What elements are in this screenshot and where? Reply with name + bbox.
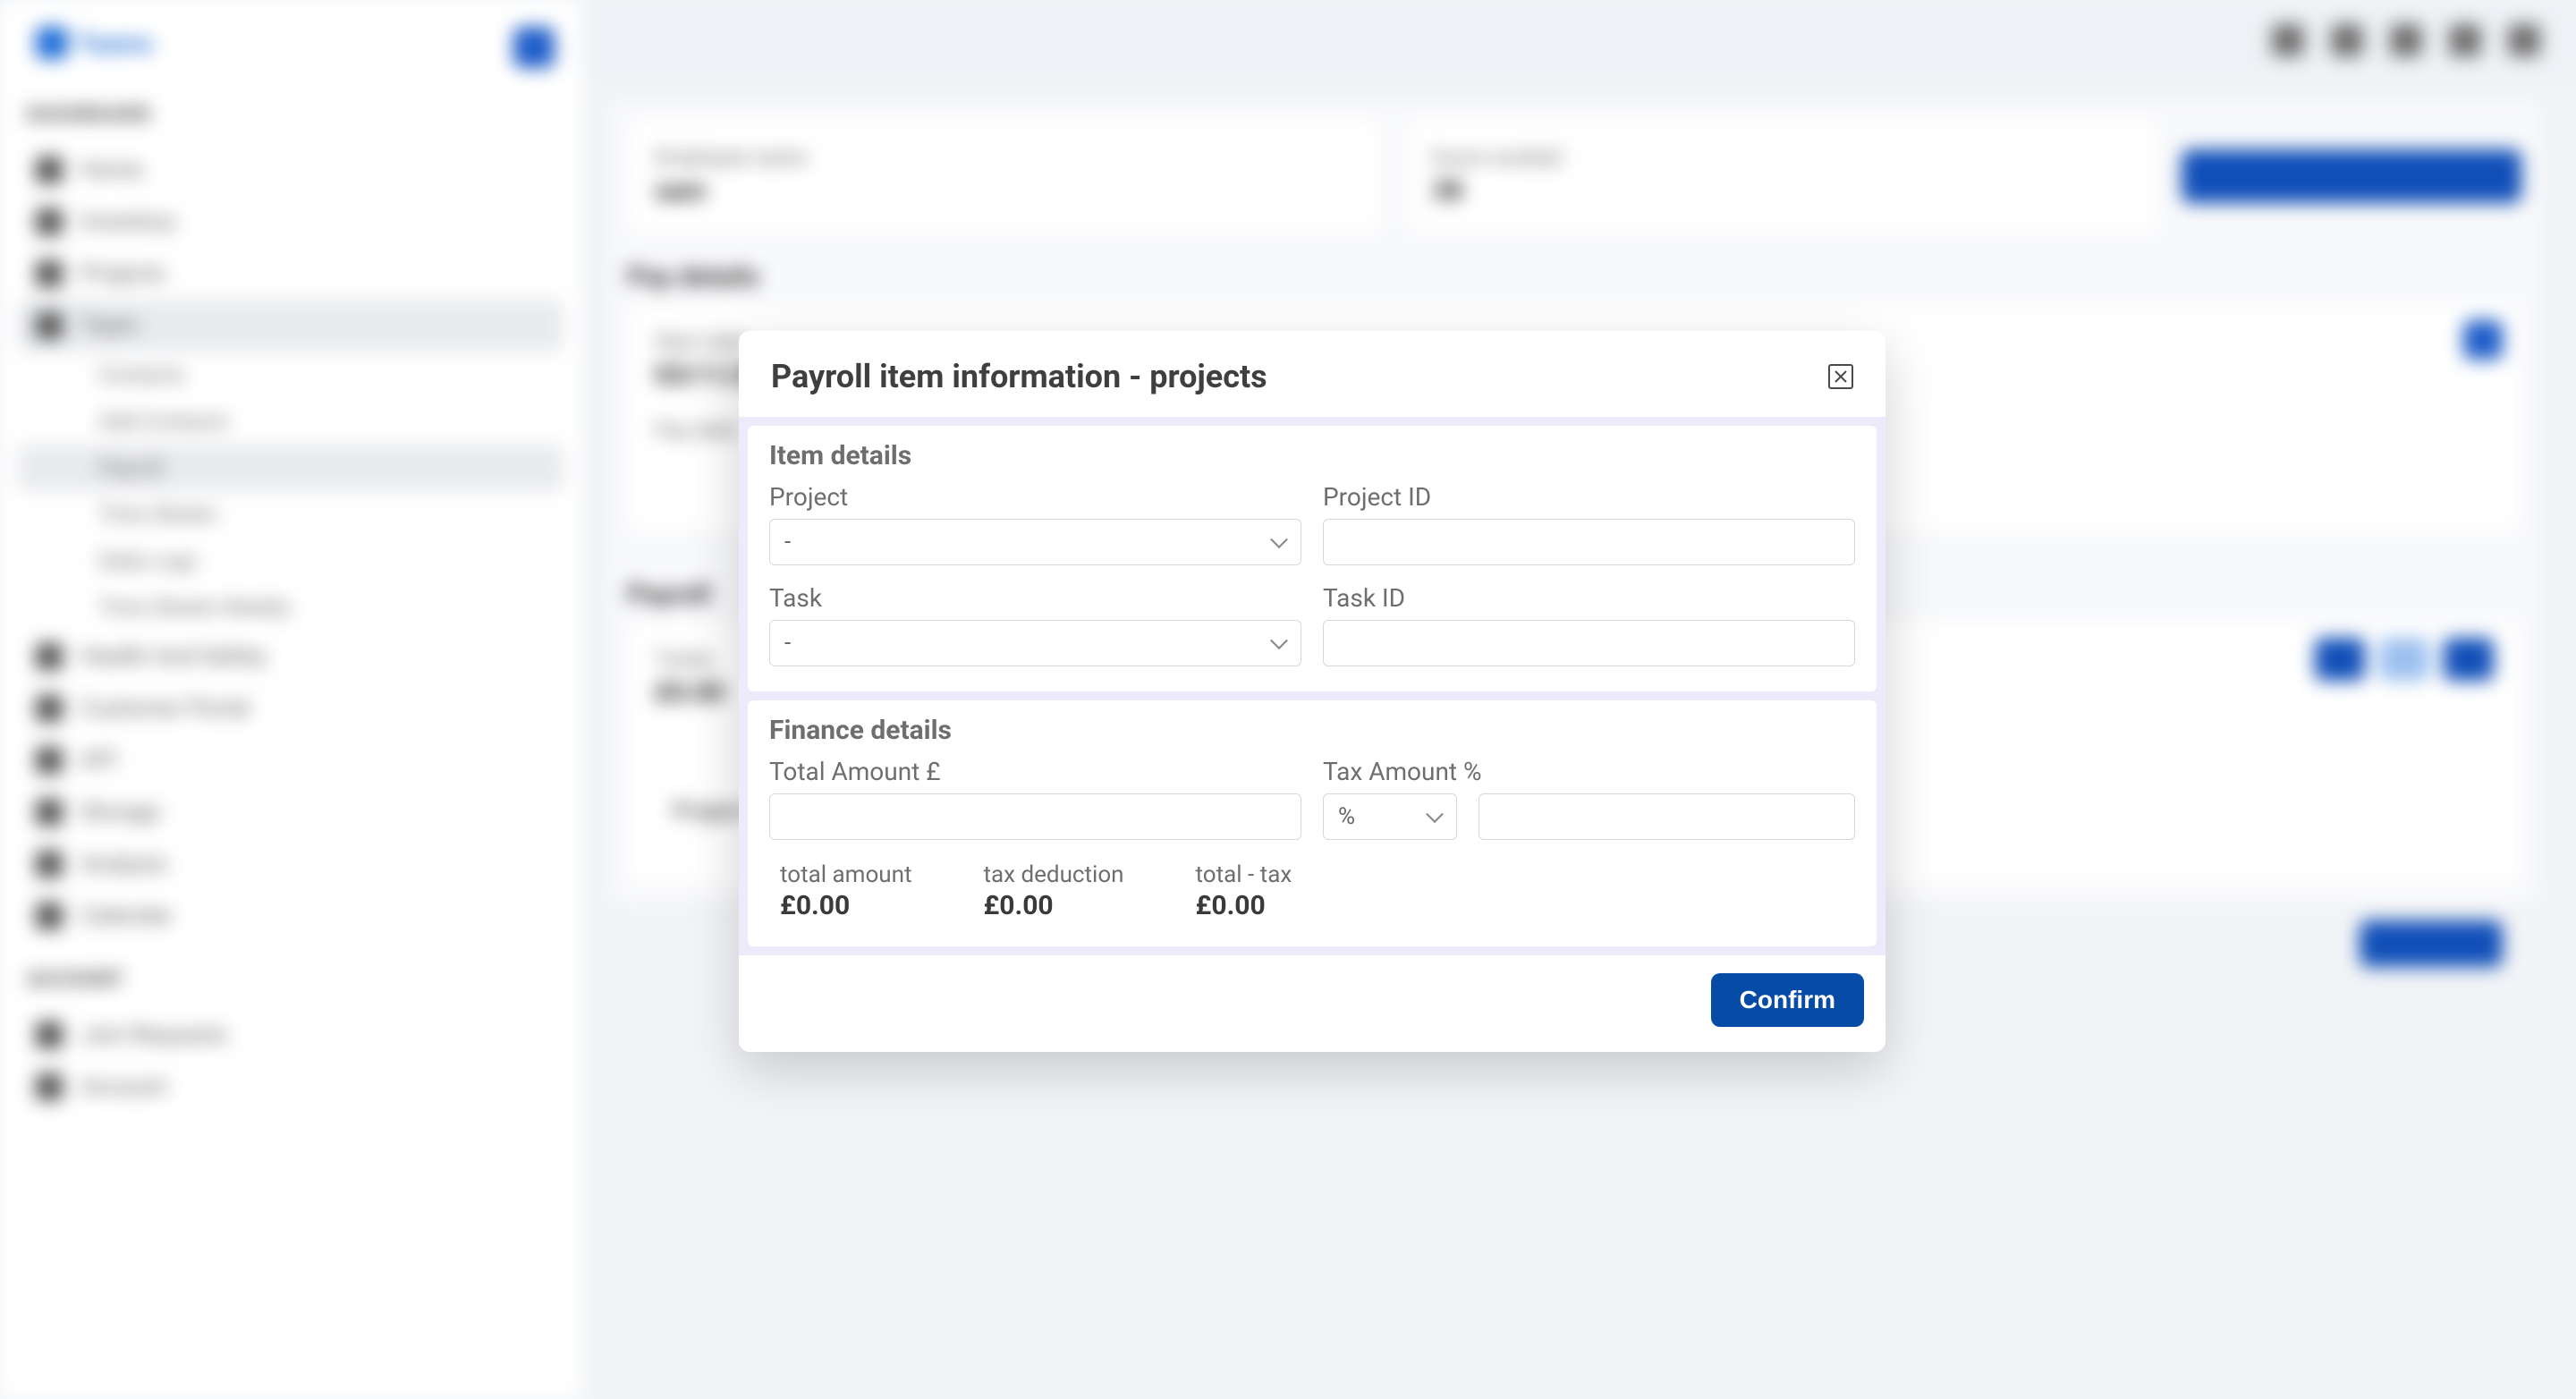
finance-summary: total amount £0.00 tax deduction £0.00 t… (769, 861, 1855, 921)
tax-amount-input[interactable] (1479, 793, 1855, 840)
sidebar-item-analysis[interactable]: Analysis (18, 838, 564, 890)
portal-icon (36, 695, 63, 722)
sidebar-item-label: Team (80, 312, 139, 339)
logo-icon (36, 27, 68, 59)
sidebar-item-account[interactable]: Account (18, 1061, 564, 1113)
account-icon (36, 1073, 63, 1100)
sidebar-item-join-requests[interactable]: Join Requests (18, 1009, 564, 1061)
col-project: Project (673, 798, 748, 825)
pay-details-title: Pay details (627, 261, 2521, 293)
tax-amount-label: Tax Amount % (1323, 757, 1855, 786)
sidebar-item-customer-portal[interactable]: Customer Portal (18, 683, 564, 734)
approve-button[interactable] (2360, 920, 2503, 967)
sidebar-item-home[interactable]: Home (18, 144, 564, 196)
sidebar-subitem-contacts[interactable]: Contacts (18, 352, 564, 398)
modal-footer: Confirm (739, 955, 1885, 1052)
hours-worked-value: 38 (1432, 175, 2132, 207)
add-item-button[interactable] (2315, 638, 2365, 681)
sidebar-item-label: Home (80, 157, 143, 183)
project-id-label: Project ID (1323, 482, 1855, 512)
sidebar-item-inventory[interactable]: Inventory (18, 196, 564, 248)
join-icon (36, 1022, 63, 1048)
project-id-input[interactable] (1323, 519, 1855, 565)
sidebar-item-api[interactable]: API (18, 734, 564, 786)
project-label: Project (769, 482, 1301, 512)
sidebar-subitem-payroll[interactable]: Payroll (18, 445, 564, 491)
sidebar-item-storage[interactable]: Storage (18, 786, 564, 838)
sidebar-item-label: Customer Portal (80, 695, 250, 722)
storage-icon (36, 799, 63, 826)
modal-body: Item details Project - Project ID (739, 417, 1885, 955)
brand-name: Teams (77, 29, 153, 58)
summary-total-amount-label: total amount (780, 861, 911, 888)
topbar-icon-5[interactable] (2508, 24, 2540, 56)
summary-tax-deduction-value: £0.00 (983, 890, 1123, 921)
modal-header: Payroll item information - projects (739, 331, 1885, 417)
sidebar-item-label: Projects (80, 260, 165, 287)
finance-details-title: Finance details (769, 715, 1855, 746)
api-icon (36, 747, 63, 774)
topbar-icon-1[interactable] (2272, 24, 2304, 56)
sidebar-item-label: Storage (80, 799, 160, 826)
close-button[interactable] (1828, 364, 1853, 389)
analysis-icon (36, 851, 63, 878)
summary-total-amount-value: £0.00 (780, 890, 911, 921)
topbar-icon-3[interactable] (2390, 24, 2422, 56)
sidebar-item-label: Account (80, 1073, 166, 1100)
sidebar-item-label: Health And Safety (80, 643, 266, 670)
summary-total-minus-tax-value: £0.00 (1196, 890, 1292, 921)
item-details-title: Item details (769, 440, 1855, 471)
brand-logo: Teams (18, 27, 564, 59)
sidebar-item-label: Calendar (80, 903, 173, 929)
topbar-icon-4[interactable] (2449, 24, 2481, 56)
task-select[interactable]: - (769, 620, 1301, 666)
sidebar-item-label: Join Requests (80, 1022, 227, 1048)
tax-percent-select[interactable]: % (1323, 793, 1457, 840)
confirm-button[interactable]: Confirm (1711, 973, 1864, 1027)
finance-details-panel: Finance details Total Amount £ Tax Amoun… (748, 700, 1877, 946)
task-id-input[interactable] (1323, 620, 1855, 666)
projects-icon (36, 260, 63, 287)
inventory-icon (36, 208, 63, 235)
hours-worked-label: hours worked (1432, 145, 2132, 170)
item-details-panel: Item details Project - Project ID (748, 426, 1877, 691)
sidebar-item-label: Analysis (80, 851, 167, 878)
sidebar: Teams DASHBOARD Home Inventory Projects … (0, 0, 581, 1399)
total-amount-input[interactable] (769, 793, 1301, 840)
sidebar-subitem-add-contacts[interactable]: Add Contacts (18, 398, 564, 445)
employee-name-value: sam (655, 175, 1355, 207)
close-icon (1835, 370, 1847, 383)
export-button[interactable] (2379, 638, 2429, 681)
team-icon (36, 312, 63, 339)
sidebar-subitem-time-sheets[interactable]: Time Sheets (18, 491, 564, 538)
task-label: Task (769, 583, 1301, 613)
update-button[interactable] (2182, 149, 2521, 203)
modal-title: Payroll item information - projects (771, 358, 1267, 395)
pay-sheets-button[interactable] (2444, 638, 2494, 681)
edit-pay-details-icon[interactable] (2463, 320, 2503, 360)
sidebar-subitem-daily-logs[interactable]: Daily Logs (18, 538, 564, 584)
payroll-item-modal: Payroll item information - projects Item… (739, 331, 1885, 1052)
employee-name-label: Employee name (655, 145, 1355, 170)
home-icon (36, 157, 63, 183)
health-icon (36, 643, 63, 670)
summary-total-minus-tax-label: total - tax (1196, 861, 1292, 888)
task-id-label: Task ID (1323, 583, 1855, 613)
sidebar-item-label: Inventory (80, 208, 175, 235)
sidebar-section-dashboard: DASHBOARD (27, 104, 564, 126)
sidebar-item-calendar[interactable]: Calendar (18, 890, 564, 942)
total-amount-label: Total Amount £ (769, 757, 1301, 786)
sidebar-item-projects[interactable]: Projects (18, 248, 564, 300)
calendar-icon (36, 903, 63, 929)
sidebar-collapse-button[interactable] (513, 27, 555, 68)
topbar-icon-2[interactable] (2331, 24, 2363, 56)
sidebar-section-account: ACCOUNT (27, 969, 564, 991)
project-select[interactable]: - (769, 519, 1301, 565)
sidebar-item-label: API (80, 747, 116, 774)
sidebar-item-health-safety[interactable]: Health And Safety (18, 631, 564, 683)
sidebar-subitem-time-sheets-weekly[interactable]: Time Sheets Weekly (18, 584, 564, 631)
sidebar-item-team[interactable]: Team (18, 300, 564, 352)
summary-tax-deduction-label: tax deduction (983, 861, 1123, 888)
top-bar (581, 0, 2576, 81)
